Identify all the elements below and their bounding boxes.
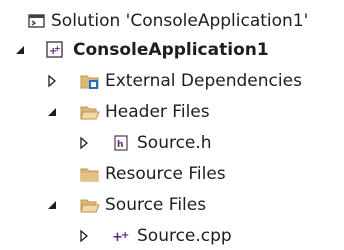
collapsed-arrow-icon[interactable] xyxy=(76,228,92,244)
tree-item-source-h[interactable]: h Source.h xyxy=(0,128,344,158)
svg-text:+: + xyxy=(121,230,129,241)
collapsed-arrow-icon[interactable] xyxy=(44,73,60,89)
cpp-project-icon: + + xyxy=(46,41,64,59)
expanded-arrow-icon[interactable] xyxy=(44,197,60,213)
collapsed-arrow-icon[interactable] xyxy=(76,135,92,151)
tree-item-label: ConsoleApplication1 xyxy=(73,40,269,60)
svg-text:h: h xyxy=(117,140,123,150)
solution-explorer-tree: Solution 'ConsoleApplication1' + + Conso… xyxy=(0,0,344,250)
tree-item-project[interactable]: + + ConsoleApplication1 xyxy=(0,35,344,65)
tree-item-resource-files[interactable]: Resource Files xyxy=(0,159,344,189)
tree-item-label: Source.h xyxy=(137,133,212,153)
filter-folder-icon xyxy=(80,72,99,90)
expanded-arrow-icon[interactable] xyxy=(44,104,60,120)
solution-icon xyxy=(28,12,46,30)
tree-item-solution[interactable]: Solution 'ConsoleApplication1' xyxy=(0,6,344,36)
tree-item-label: External Dependencies xyxy=(105,71,302,91)
cpp-file-icon: + + xyxy=(112,227,130,245)
svg-text:+: + xyxy=(54,44,61,53)
filter-folder-open-icon xyxy=(80,103,100,121)
tree-item-label: Source.cpp xyxy=(137,226,232,246)
tree-item-label: Source Files xyxy=(105,195,207,215)
expanded-arrow-icon[interactable] xyxy=(12,42,28,58)
tree-item-header-files[interactable]: Header Files xyxy=(0,97,344,127)
tree-item-label: Header Files xyxy=(105,102,210,122)
filter-folder-open-icon xyxy=(80,196,100,214)
tree-item-label: Solution 'ConsoleApplication1' xyxy=(51,11,309,31)
header-file-icon: h xyxy=(112,134,130,152)
tree-item-source-cpp[interactable]: + + Source.cpp xyxy=(0,221,344,250)
tree-item-source-files[interactable]: Source Files xyxy=(0,190,344,220)
folder-icon xyxy=(80,165,99,183)
tree-item-label: Resource Files xyxy=(105,164,226,184)
tree-item-external-dependencies[interactable]: External Dependencies xyxy=(0,66,344,96)
